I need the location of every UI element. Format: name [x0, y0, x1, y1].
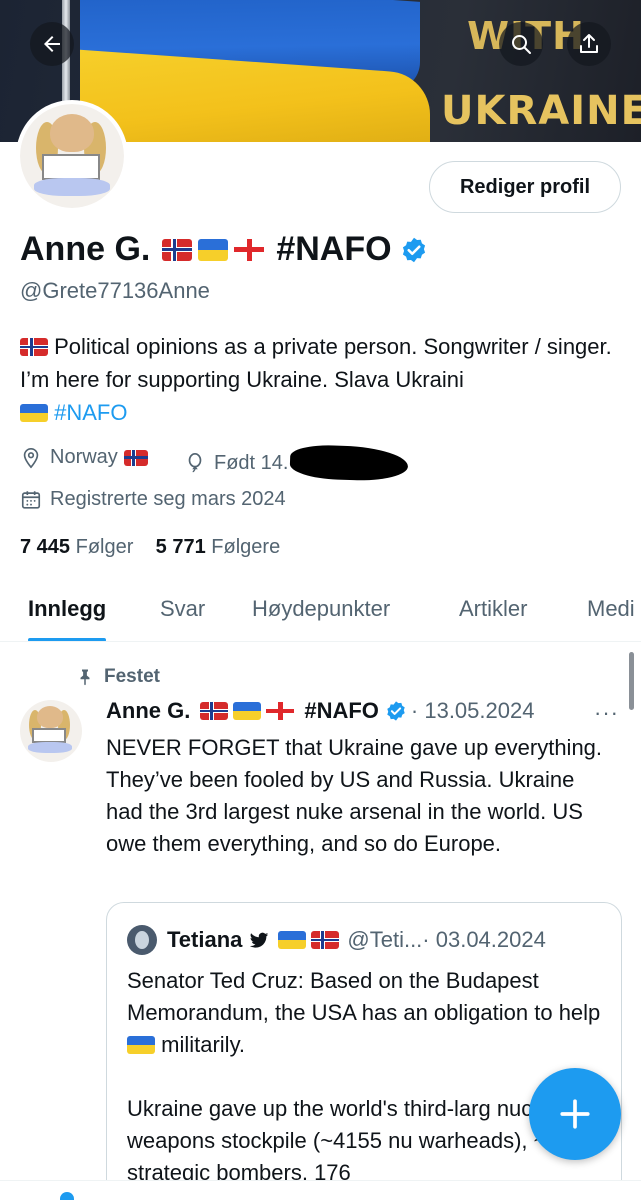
quoted-author-name: Tetiana [167, 927, 243, 952]
birthdate-text: Født 14. [214, 451, 289, 474]
name-flags [162, 238, 265, 261]
ukraine-flag-icon [198, 238, 229, 261]
tweet-author-tag: #NAFO [304, 698, 379, 723]
plus-icon [560, 1099, 590, 1129]
quoted-author-handle: @Teti... [347, 927, 423, 952]
search-icon [512, 35, 531, 54]
pin-icon [80, 669, 90, 686]
followers-link[interactable]: 5 771 Følgere [156, 536, 281, 558]
calendar-icon [21, 490, 41, 509]
following-link[interactable]: 7 445 Følger [20, 536, 133, 558]
norway-flag-icon [311, 931, 340, 949]
profile-avatar[interactable] [16, 100, 128, 212]
scrollbar[interactable] [629, 652, 634, 710]
ukraine-flag-icon [278, 931, 307, 949]
pinned-label: Festet [76, 666, 160, 688]
verified-icon[interactable] [385, 700, 407, 722]
bio-hashtag-link[interactable]: #NAFO [54, 400, 127, 425]
join-date-text: Registrerte seg mars 2024 [50, 488, 286, 510]
profile-location: Norway [20, 446, 148, 469]
redaction-mark [289, 443, 410, 483]
location-text: Norway [50, 446, 118, 468]
balloon-icon [188, 453, 202, 473]
profile-handle: @Grete77136Anne [20, 278, 210, 303]
norway-flag-icon [123, 449, 148, 466]
back-arrow-icon [44, 36, 60, 52]
tab-highlights[interactable]: Høydepunkter [252, 580, 390, 622]
profile-bio: Political opinions as a private person. … [20, 330, 620, 429]
quoted-tweet[interactable]: Tetiana @Teti... · 03.04.2024 Senator Te… [106, 902, 622, 1200]
search-button[interactable] [499, 22, 543, 66]
ukraine-flag-icon [20, 404, 48, 422]
share-button[interactable] [567, 22, 611, 66]
profile-join-date: Registrerte seg mars 2024 [20, 488, 286, 511]
avatar-image [20, 104, 124, 208]
verified-icon[interactable] [400, 236, 428, 264]
bottom-nav-indicator [60, 1192, 74, 1200]
quoted-tweet-date: · 03.04.2024 [422, 927, 546, 952]
tweet-date[interactable]: · 13.05.2024 [411, 698, 535, 724]
norway-flag-icon [162, 238, 193, 261]
profile-tabs: Innlegg Svar Høydepunkter Artikler Medi [0, 580, 641, 642]
georgia-flag-icon [266, 702, 295, 720]
bird-icon [250, 932, 269, 948]
follow-counts: 7 445 Følger 5 771 Følgere [20, 536, 280, 559]
quoted-author-avatar [127, 925, 157, 955]
profile-name: Anne G. [20, 230, 151, 268]
ukraine-flag-icon [233, 702, 262, 720]
tab-posts[interactable]: Innlegg [28, 580, 107, 641]
bottom-nav-bar [0, 1180, 641, 1200]
location-icon [23, 447, 39, 468]
profile-name-row: Anne G. #NAFO [20, 230, 428, 269]
tab-replies[interactable]: Svar [160, 580, 205, 622]
edit-profile-button[interactable]: Rediger profil [429, 161, 621, 213]
compose-post-button[interactable] [529, 1068, 621, 1160]
tweet-author-flags [200, 702, 295, 720]
bio-text: Political opinions as a private person. … [20, 334, 612, 392]
quoted-author-flags [278, 931, 340, 949]
norway-flag-icon [20, 338, 48, 356]
tab-articles[interactable]: Artikler [459, 580, 527, 622]
norway-flag-icon [200, 702, 229, 720]
tweet-author-name[interactable]: Anne G. [106, 698, 190, 724]
tweet-header: Anne G. #NAFO · 13.05.2024 [106, 698, 534, 724]
profile-name-tag: #NAFO [276, 230, 392, 268]
tweet-text: NEVER FORGET that Ukraine gave up everyt… [106, 735, 603, 856]
tweet-more-button[interactable]: ··· [594, 700, 619, 726]
quoted-tweet-header: Tetiana @Teti... · 03.04.2024 [127, 925, 546, 955]
share-icon [580, 34, 598, 53]
tab-media[interactable]: Medi [587, 580, 635, 622]
quoted-tweet-text: Senator Ted Cruz: Based on the Budapest … [127, 968, 601, 1185]
georgia-flag-icon [234, 238, 265, 261]
banner-text-ukraine: UKRAINE [441, 88, 641, 134]
profile-birthdate: Født 14. [184, 443, 410, 483]
ukraine-flag-icon [127, 1036, 155, 1054]
back-button[interactable] [30, 22, 74, 66]
tweet-avatar[interactable] [20, 700, 82, 762]
